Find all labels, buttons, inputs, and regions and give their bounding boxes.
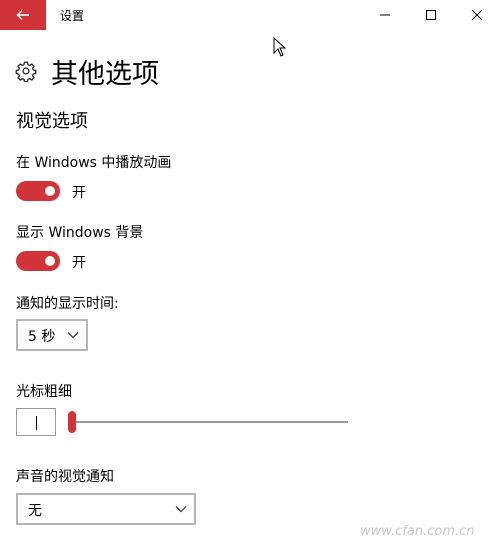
minimize-button[interactable]	[362, 0, 408, 30]
watermark: www.cfan.com.cn	[360, 524, 475, 539]
close-icon	[471, 9, 483, 21]
cursor-thickness-slider-track[interactable]	[68, 421, 348, 423]
sound-notification-dropdown[interactable]: 无	[16, 493, 196, 525]
page-title: 其他选项	[51, 59, 159, 90]
cursor-preview-bar	[36, 416, 37, 430]
animations-toggle-state: 开	[72, 185, 86, 201]
toggle-knob	[45, 186, 55, 196]
background-toggle[interactable]	[16, 251, 60, 271]
animations-toggle[interactable]	[16, 181, 60, 201]
maximize-icon	[426, 10, 436, 20]
cursor-thickness-label: 光标粗细	[16, 384, 72, 400]
cursor-thickness-preview	[16, 408, 56, 436]
minimize-icon	[380, 14, 390, 16]
maximize-button[interactable]	[408, 0, 454, 30]
back-button[interactable]	[0, 0, 46, 30]
notification-time-value: 5 秒	[28, 329, 56, 345]
gear-icon	[15, 61, 37, 82]
background-toggle-state: 开	[72, 255, 86, 271]
mouse-pointer-icon	[273, 37, 287, 57]
chevron-down-icon	[67, 332, 79, 339]
notification-time-label: 通知的显示时间:	[16, 296, 119, 312]
sound-notification-value: 无	[28, 503, 42, 519]
close-button[interactable]	[454, 0, 500, 30]
cursor-thickness-slider-thumb[interactable]	[68, 411, 76, 433]
sound-notification-label: 声音的视觉通知	[16, 469, 114, 485]
window-title: 设置	[60, 9, 85, 23]
back-arrow-icon	[16, 10, 29, 20]
animations-label: 在 Windows 中播放动画	[16, 155, 172, 171]
title-bar: 设置	[0, 0, 500, 30]
chevron-down-icon	[175, 506, 187, 513]
notification-time-dropdown[interactable]: 5 秒	[16, 319, 88, 351]
toggle-knob	[45, 256, 55, 266]
section-title: 视觉选项	[16, 111, 88, 132]
background-label: 显示 Windows 背景	[16, 225, 144, 241]
